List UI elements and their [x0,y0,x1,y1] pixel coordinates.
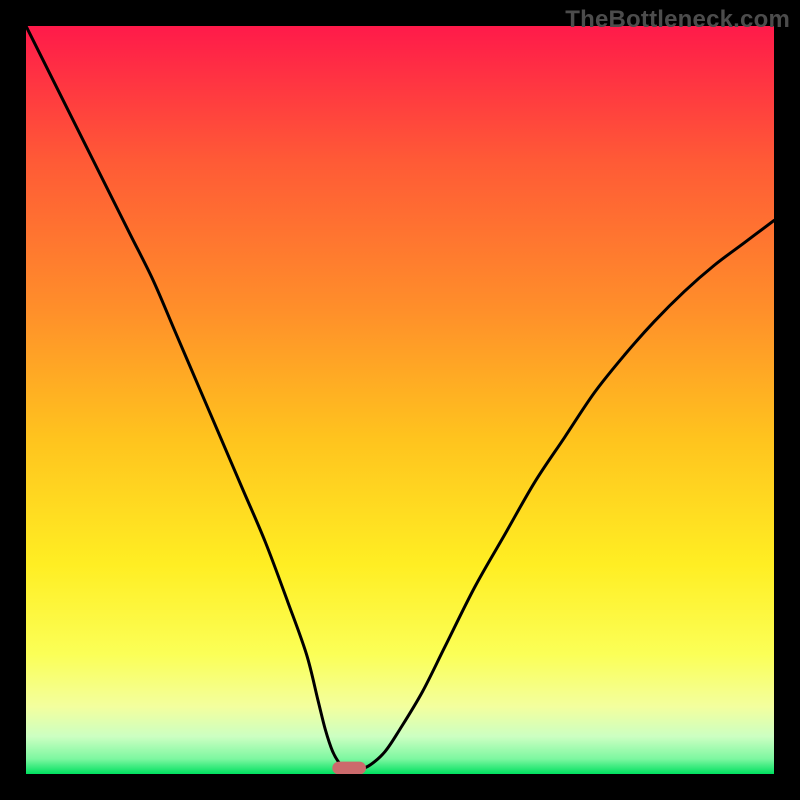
chart-svg [26,26,774,774]
plot-area [26,26,774,774]
optimal-marker [332,762,366,774]
watermark-text: TheBottleneck.com [565,6,790,34]
marker-group [332,762,366,774]
chart-container: TheBottleneck.com [0,0,800,800]
gradient-background [26,26,774,774]
